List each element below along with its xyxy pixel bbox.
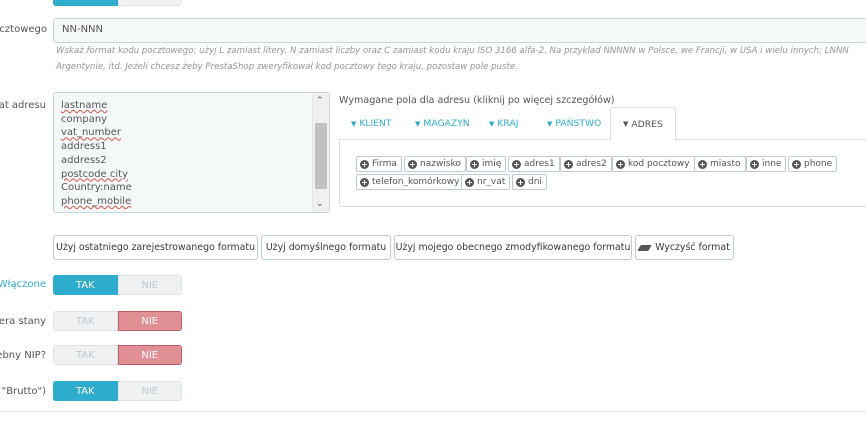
plus-circle-icon: + [408,159,417,169]
field-chip-nazwisko[interactable]: + nazwisko [404,156,466,172]
brutto-no[interactable]: NIE [117,381,182,401]
field-chip-dni[interactable]: + dni [512,174,547,190]
address-line: Country:name [61,182,132,194]
field-chip-firma[interactable]: + Firma [356,156,402,172]
postcode-format-input[interactable]: NN-NNN [53,18,866,43]
field-chip-miasto[interactable]: + miasto [694,156,746,172]
enabled-toggle[interactable]: TAK NIE [53,275,182,295]
top-toggle-no[interactable] [117,0,182,6]
address-format-label: at adresu [0,100,46,111]
plus-circle-icon: + [360,177,369,187]
clear-format-button[interactable]: Wyczyść format [635,235,734,260]
field-chip-adres1[interactable]: + adres1 [508,156,560,172]
plus-circle-icon: + [512,159,521,169]
nip-no[interactable]: NIE [117,345,182,365]
caret-down-icon: ▼ [415,119,421,128]
brutto-label: "Brutto") [1,386,46,397]
enabled-label: Włączone [0,279,46,290]
tab-panstwo[interactable]: ▼ PAŃSTWO [547,107,601,140]
address-line: address2 [61,154,107,166]
caret-down-icon: ▼ [547,119,553,128]
postcode-help-line1: Wskaż format kodu pocztowego: użyj L zam… [56,46,849,56]
tab-kraj[interactable]: ▼ KRAJ [489,107,518,140]
states-label: dera stany [0,316,46,327]
caret-down-icon: ▼ [351,119,357,128]
plus-circle-icon: + [750,159,759,169]
plus-circle-icon: + [516,177,525,187]
tab-magazyn[interactable]: ▼ MAGAZYN [415,107,470,140]
field-chip-telefon-komorkowy[interactable]: + telefon_komórkowy [356,174,465,190]
states-yes[interactable]: TAK [53,311,118,331]
textarea-scrollbar[interactable]: ⌃ ⌄ [312,93,329,212]
plus-circle-icon: + [616,159,625,169]
plus-circle-icon: + [698,159,707,169]
use-default-format-button[interactable]: Użyj domyślnego formatu [261,235,391,260]
nip-label: ebny NIP? [0,350,46,361]
required-fields-title: Wymagane pola dla adresu (kliknij po wię… [339,95,615,106]
top-toggle[interactable] [53,0,182,6]
field-chip-phone[interactable]: + phone [788,156,838,172]
enabled-no[interactable]: NIE [117,275,182,295]
address-line: vat_number [61,127,121,139]
plus-circle-icon: + [360,159,369,169]
field-chip-nr-vat[interactable]: + nr_vat [461,174,511,190]
scroll-up-icon[interactable]: ⌃ [316,96,324,106]
address-line: address1 [61,141,107,153]
tab-klient[interactable]: ▼ KLIENT [351,107,392,140]
plus-circle-icon: + [465,177,474,187]
top-toggle-yes[interactable] [53,0,118,6]
use-last-format-button[interactable]: Użyj ostatniego zarejestrowanego formatu [53,235,258,260]
tab-adres[interactable]: ▼ ADRES [610,107,676,141]
address-line: phone_mobile [61,195,132,207]
divider [0,411,866,412]
states-no[interactable]: NIE [117,311,182,331]
enabled-yes[interactable]: TAK [53,275,118,295]
address-line: company [61,113,108,125]
field-chip-adres2[interactable]: + adres2 [560,156,612,172]
brutto-toggle[interactable]: TAK NIE [53,381,182,401]
plus-circle-icon: + [792,159,801,169]
address-format-textarea[interactable]: lastname company vat_number address1 add… [53,92,330,213]
field-chip-inne[interactable]: + inne [746,156,787,172]
postcode-label: pocztowego [0,24,47,35]
brutto-yes[interactable]: TAK [53,381,118,401]
postcode-help-line2: Argentynie, itd. Jeżeli chcesz żeby Pres… [56,62,518,72]
caret-down-icon: ▼ [489,119,495,128]
caret-down-icon: ▼ [623,120,629,128]
states-toggle[interactable]: TAK NIE [53,311,182,331]
use-current-format-button[interactable]: Użyj mojego obecnego zmodyfikowanego for… [394,235,632,260]
plus-circle-icon: + [470,159,479,169]
address-line: postcode city [61,168,129,180]
eraser-icon [637,244,652,251]
field-chip-imie[interactable]: + imię [466,156,507,172]
field-chip-kod-pocztowy[interactable]: + kod pocztowy [612,156,695,172]
address-line: lastname [61,100,108,111]
nip-toggle[interactable]: TAK NIE [53,345,182,365]
plus-circle-icon: + [564,159,573,169]
scroll-down-icon[interactable]: ⌄ [316,199,324,209]
address-format-lines: lastname company vat_number address1 add… [61,99,132,209]
scrollbar-thumb[interactable] [315,123,327,189]
nip-yes[interactable]: TAK [53,345,118,365]
required-fields-tabs: ▼ KLIENT ▼ MAGAZYN ▼ KRAJ ▼ PAŃSTWO ▼ ADRES [339,107,866,141]
